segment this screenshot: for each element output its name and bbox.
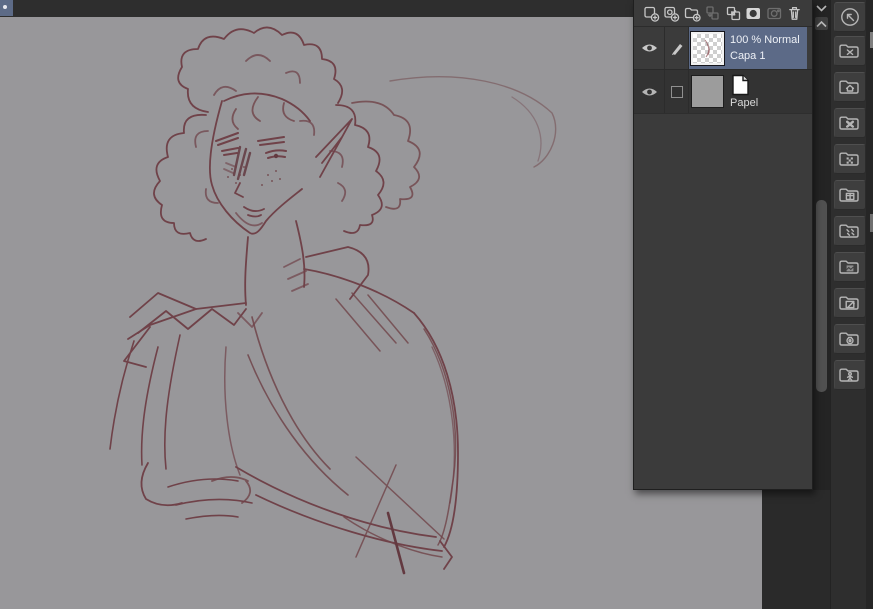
new-vector-layer-button[interactable] [663, 4, 681, 22]
material-folder-image-icon [839, 260, 859, 274]
dock-scroll-strip [813, 0, 830, 490]
layer-checkbox-cell[interactable] [665, 70, 689, 113]
material-folder-home-button[interactable] [834, 72, 866, 102]
quick-access-button[interactable] [834, 2, 866, 32]
material-folder-pattern-icon [839, 152, 859, 166]
material-folder-edit-button[interactable] [834, 288, 866, 318]
new-layer-folder-button[interactable] [683, 4, 701, 22]
material-folder-grid-button[interactable] [834, 180, 866, 210]
layer-row-papel[interactable]: Papel [634, 70, 812, 114]
material-folder-x-bold-icon [839, 116, 859, 130]
eye-icon [641, 88, 657, 95]
layer-visibility-toggle[interactable] [634, 70, 665, 113]
material-folder-camera-button[interactable] [834, 324, 866, 354]
pencil-icon [671, 44, 682, 55]
layer-name: Capa 1 [730, 49, 766, 62]
canvas-tab-fragment[interactable] [0, 0, 13, 16]
scrollbar-thumb[interactable] [816, 200, 827, 392]
delete-layer-button[interactable] [786, 4, 804, 22]
layer-checkbox[interactable] [670, 85, 683, 98]
material-folder-edit-icon [839, 296, 859, 310]
new-raster-layer-button[interactable] [642, 4, 660, 22]
apply-mask-button[interactable] [765, 4, 783, 22]
material-folder-x-button[interactable] [834, 36, 866, 66]
material-folder-scatter-button[interactable] [834, 216, 866, 246]
material-folder-home-icon [839, 80, 859, 94]
material-folder-camera-icon [839, 332, 859, 346]
material-folder-x-icon [839, 44, 859, 58]
material-folder-figure-button[interactable] [834, 360, 866, 390]
material-folder-pattern-button[interactable] [834, 144, 866, 174]
paint-app-window: 100 % Normal Capa 1 Papel [0, 0, 873, 609]
layers-toolbar [634, 0, 812, 27]
layer-row-content[interactable]: Papel [689, 70, 812, 113]
eye-icon [641, 44, 657, 52]
layer-opacity-blend: 100 % Normal [730, 33, 800, 46]
layer-visibility-toggle[interactable] [634, 27, 665, 69]
layer-editing-indicator[interactable] [665, 27, 689, 69]
create-layer-mask-button[interactable] [745, 4, 763, 22]
chevron-down-icon[interactable] [815, 3, 828, 13]
layer-row-capa-1[interactable]: 100 % Normal Capa 1 [634, 27, 812, 70]
transfer-to-lower-layer-button[interactable] [704, 4, 722, 22]
quick-access-icon [841, 8, 859, 26]
screen-right-edge [866, 0, 873, 609]
merge-to-lower-layer-button[interactable] [724, 4, 742, 22]
chevron-up-icon[interactable] [815, 17, 828, 30]
layer-row-content[interactable]: 100 % Normal Capa 1 [689, 27, 807, 69]
material-folder-scatter-icon [839, 224, 859, 238]
layer-thumbnail[interactable] [691, 75, 724, 108]
paper-layer-icon [732, 74, 749, 96]
material-folder-figure-icon [839, 368, 859, 382]
material-folder-grid-icon [839, 188, 859, 202]
material-folder-x-bold-button[interactable] [834, 108, 866, 138]
material-folder-image-button[interactable] [834, 252, 866, 282]
layer-name: Papel [730, 97, 759, 109]
layer-thumbnail[interactable] [690, 30, 725, 66]
layers-panel: 100 % Normal Capa 1 Papel [633, 0, 813, 490]
